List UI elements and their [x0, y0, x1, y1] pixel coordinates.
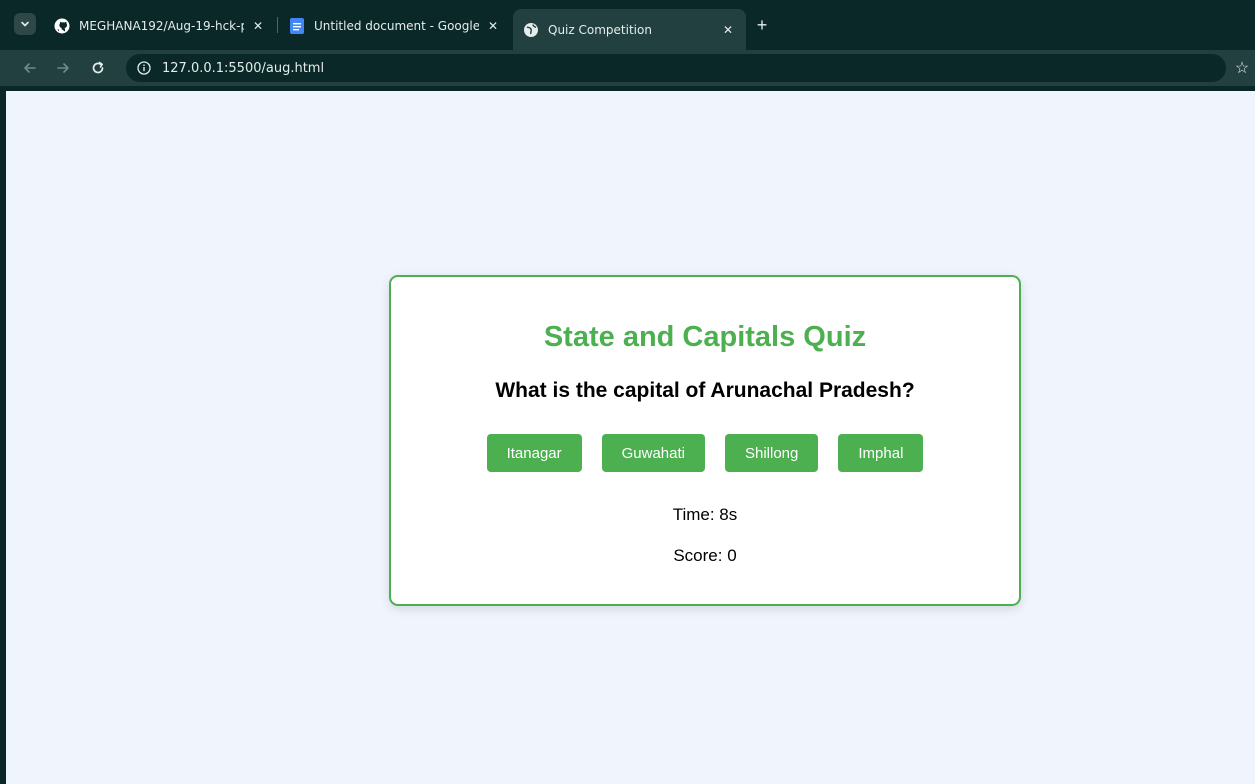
- google-docs-icon: [289, 17, 305, 34]
- close-icon[interactable]: ✕: [485, 18, 501, 34]
- chevron-down-icon: [21, 21, 29, 27]
- github-icon: [54, 18, 70, 34]
- answer-button-itanagar[interactable]: Itanagar: [486, 434, 582, 472]
- new-tab-button[interactable]: +: [751, 14, 773, 36]
- info-icon[interactable]: [136, 60, 152, 76]
- tab-title: Quiz Competition: [548, 22, 652, 37]
- close-icon[interactable]: ✕: [720, 22, 736, 38]
- score-display: Score: 0: [673, 546, 737, 565]
- tab-search-button[interactable]: [14, 13, 36, 35]
- tab-strip: MEGHANA192/Aug-19-hck-p1 ✕ Untitled docu…: [0, 0, 1255, 50]
- quiz-title: State and Capitals Quiz: [543, 321, 867, 353]
- plus-icon: +: [756, 14, 768, 35]
- reload-icon: [92, 61, 104, 74]
- browser-toolbar: 127.0.0.1:5500/aug.html ☆: [0, 50, 1255, 86]
- quiz-question: What is the capital of Arunachal Pradesh…: [495, 379, 915, 402]
- timer-display: Time: 8s: [672, 505, 738, 524]
- tab-title: MEGHANA192/Aug-19-hck-p1: [79, 18, 244, 33]
- answer-button-guwahati[interactable]: Guwahati: [601, 434, 705, 472]
- globe-icon: [523, 22, 539, 38]
- tab-google-docs[interactable]: Untitled document - Google Do ✕: [279, 9, 511, 42]
- arrow-right-icon: [57, 63, 69, 73]
- tab-title: Untitled document - Google Do: [314, 18, 479, 33]
- url-text: 127.0.0.1:5500/aug.html: [162, 60, 325, 76]
- star-icon: ☆: [1234, 60, 1250, 77]
- quiz-card: State and Capitals Quiz What is the capi…: [389, 275, 1021, 606]
- arrow-left-icon: [24, 63, 36, 73]
- close-icon[interactable]: ✕: [250, 18, 266, 34]
- address-bar[interactable]: 127.0.0.1:5500/aug.html: [126, 54, 1226, 82]
- tab-quiz-competition[interactable]: Quiz Competition ✕: [513, 9, 746, 50]
- answer-button-shillong[interactable]: Shillong: [725, 434, 819, 472]
- answer-options: Itanagar Guwahati Shillong Imphal: [391, 434, 1019, 472]
- window-edge: [0, 0, 6, 784]
- bookmark-button[interactable]: ☆: [1232, 57, 1252, 79]
- reload-button[interactable]: [87, 57, 109, 79]
- forward-button[interactable]: [52, 57, 74, 79]
- answer-button-imphal[interactable]: Imphal: [838, 434, 924, 472]
- tab-separator: [277, 17, 278, 33]
- back-button[interactable]: [19, 57, 41, 79]
- tab-github[interactable]: MEGHANA192/Aug-19-hck-p1 ✕: [44, 9, 276, 42]
